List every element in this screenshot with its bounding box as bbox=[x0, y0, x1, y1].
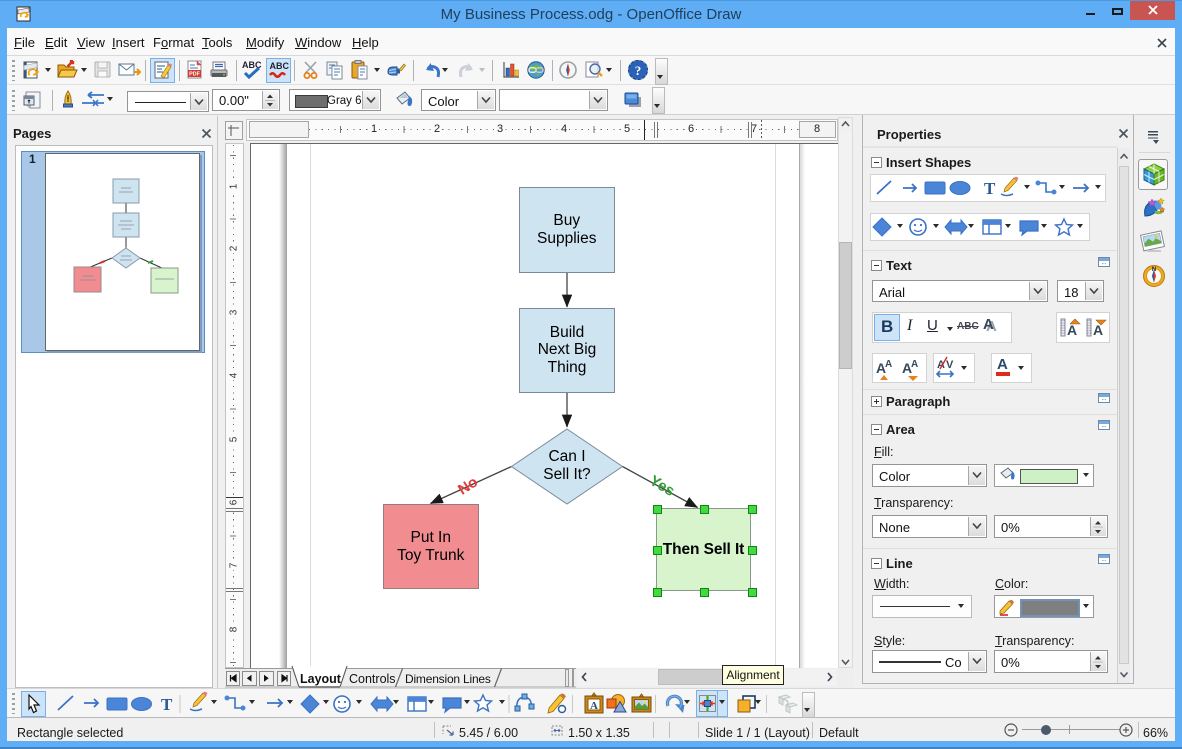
svg-text:N: N bbox=[1152, 267, 1156, 273]
svg-text:A: A bbox=[937, 359, 945, 371]
svg-text:T: T bbox=[984, 179, 996, 198]
svg-text:T: T bbox=[161, 695, 173, 714]
svg-text:ABC: ABC bbox=[270, 61, 290, 71]
svg-text:A: A bbox=[885, 359, 892, 370]
svg-text:A: A bbox=[1067, 322, 1077, 338]
svg-text:?: ? bbox=[635, 63, 642, 78]
svg-text:A: A bbox=[911, 359, 918, 370]
svg-text:A: A bbox=[590, 700, 598, 712]
svg-text:PDF: PDF bbox=[189, 72, 200, 78]
svg-text:V: V bbox=[946, 359, 954, 371]
